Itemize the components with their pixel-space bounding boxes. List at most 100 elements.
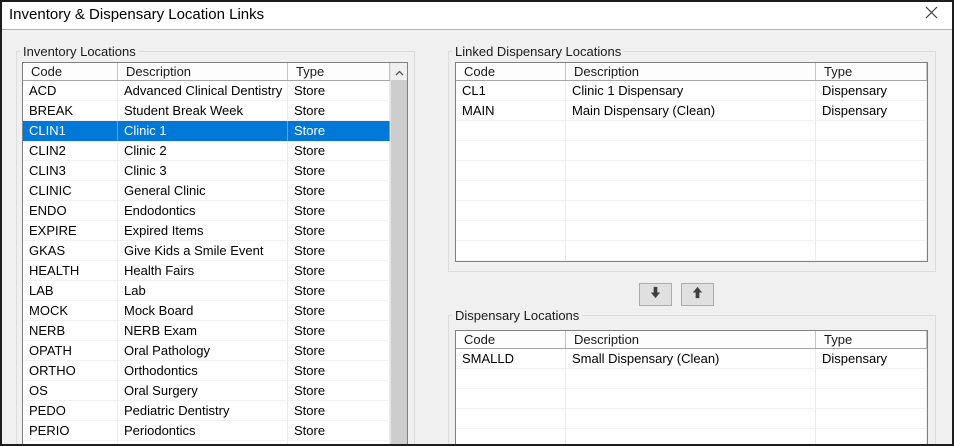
- inventory-table-row[interactable]: ENDO Endodontics Store: [23, 201, 390, 221]
- cell-description: [566, 201, 816, 221]
- column-header-description[interactable]: Description: [566, 63, 816, 80]
- inventory-table-row[interactable]: NERB NERB Exam Store: [23, 321, 390, 341]
- linked-table-row[interactable]: [456, 181, 927, 201]
- linked-table-row[interactable]: [456, 241, 927, 261]
- column-header-code[interactable]: Code: [456, 63, 566, 80]
- inventory-locations-group-label: Inventory Locations: [20, 44, 139, 59]
- inventory-table-row[interactable]: ORTHO Orthodontics Store: [23, 361, 390, 381]
- inventory-locations-table: Code Description Type ACD Advanced Clini…: [22, 62, 408, 446]
- cell-type: Dispensary: [816, 101, 927, 121]
- inventory-table-row[interactable]: MOCK Mock Board Store: [23, 301, 390, 321]
- cell-type: Store: [288, 301, 390, 321]
- cell-description: Periodontics: [118, 421, 288, 441]
- scrollbar-thumb[interactable]: [391, 80, 407, 446]
- inventory-table-row[interactable]: HEALTH Health Fairs Store: [23, 261, 390, 281]
- linked-table-row[interactable]: [456, 121, 927, 141]
- dispensary-table-header: Code Description Type: [456, 331, 927, 349]
- move-down-button[interactable]: [639, 283, 672, 306]
- cell-type: Store: [288, 341, 390, 361]
- cell-type: Store: [288, 381, 390, 401]
- dispensary-table-row[interactable]: [456, 369, 927, 389]
- inventory-table-row[interactable]: OPATH Oral Pathology Store: [23, 341, 390, 361]
- cell-description: Clinic 1 Dispensary: [566, 81, 816, 101]
- cell-code: HEALTH: [23, 261, 118, 281]
- cell-type: [288, 441, 390, 446]
- cell-type: Store: [288, 161, 390, 181]
- dispensary-table-row[interactable]: [456, 429, 927, 445]
- inventory-table-row[interactable]: CLIN2 Clinic 2 Store: [23, 141, 390, 161]
- cell-type: Store: [288, 261, 390, 281]
- cell-type: Store: [288, 101, 390, 121]
- dispensary-table-row[interactable]: [456, 409, 927, 429]
- close-button[interactable]: [910, 2, 952, 28]
- title-bar[interactable]: Inventory & Dispensary Location Links: [0, 0, 954, 30]
- cell-code: LAB: [23, 281, 118, 301]
- inventory-table-row[interactable]: CLIN1 Clinic 1 Store: [23, 121, 390, 141]
- scrollbar-up-button[interactable]: [391, 63, 407, 80]
- cell-description: Lab: [118, 281, 288, 301]
- inventory-table-row[interactable]: PEDO Pediatric Dentistry Store: [23, 401, 390, 421]
- cell-description: Clinic 2: [118, 141, 288, 161]
- cell-type: [816, 221, 927, 241]
- cell-type: [816, 161, 927, 181]
- cell-description: Small Dispensary (Clean): [566, 349, 816, 369]
- inventory-table-row[interactable]: CLIN3 Clinic 3 Store: [23, 161, 390, 181]
- inventory-table-row[interactable]: LAB Lab Store: [23, 281, 390, 301]
- cell-code: CL1: [456, 81, 566, 101]
- linked-table-row[interactable]: [456, 161, 927, 181]
- linked-table-row[interactable]: [456, 141, 927, 161]
- inventory-table-row[interactable]: ACD Advanced Clinical Dentistry Store: [23, 81, 390, 101]
- inventory-table-row[interactable]: BREAK Student Break Week Store: [23, 101, 390, 121]
- cell-description: [566, 369, 816, 389]
- linked-table-row[interactable]: CL1 Clinic 1 Dispensary Dispensary: [456, 81, 927, 101]
- column-header-type[interactable]: Type: [816, 331, 927, 348]
- inventory-table-row[interactable]: PERIO Periodontics Store: [23, 421, 390, 441]
- move-up-button[interactable]: [681, 283, 714, 306]
- dispensary-table-row[interactable]: SMALLD Small Dispensary (Clean) Dispensa…: [456, 349, 927, 369]
- cell-description: [566, 221, 816, 241]
- column-header-description[interactable]: Description: [566, 331, 816, 348]
- cell-description: [566, 141, 816, 161]
- inventory-table-row[interactable]: GKAS Give Kids a Smile Event Store: [23, 241, 390, 261]
- cell-description: Oral Surgery: [118, 381, 288, 401]
- column-header-description[interactable]: Description: [118, 63, 288, 80]
- cell-code: SMALLD: [456, 349, 566, 369]
- inventory-table-row[interactable]: CLINIC General Clinic Store: [23, 181, 390, 201]
- cell-description: NERB Exam: [118, 321, 288, 341]
- cell-code: [456, 409, 566, 429]
- cell-type: [816, 369, 927, 389]
- linked-table-row[interactable]: [456, 201, 927, 221]
- cell-type: [816, 181, 927, 201]
- inventory-table-row[interactable]: EXPIRE Expired Items Store: [23, 221, 390, 241]
- column-header-type[interactable]: Type: [288, 63, 390, 80]
- cell-description: Oral Pathology: [118, 341, 288, 361]
- inventory-table-row[interactable]: [23, 441, 390, 446]
- arrow-up-icon: [690, 286, 705, 304]
- linked-table-row[interactable]: MAIN Main Dispensary (Clean) Dispensary: [456, 101, 927, 121]
- linked-table-row[interactable]: [456, 221, 927, 241]
- dialog-title: Inventory & Dispensary Location Links: [9, 6, 265, 23]
- column-header-code[interactable]: Code: [23, 63, 118, 80]
- dispensary-table-row[interactable]: [456, 389, 927, 409]
- cell-code: MOCK: [23, 301, 118, 321]
- cell-type: Store: [288, 121, 390, 141]
- cell-description: Expired Items: [118, 221, 288, 241]
- cell-type: [816, 241, 927, 261]
- column-header-code[interactable]: Code: [456, 331, 566, 348]
- cell-code: [456, 221, 566, 241]
- column-header-type[interactable]: Type: [816, 63, 927, 80]
- inventory-table-body: Code Description Type ACD Advanced Clini…: [23, 63, 390, 446]
- cell-type: Store: [288, 201, 390, 221]
- inventory-vertical-scrollbar[interactable]: [390, 63, 407, 446]
- cell-code: EXPIRE: [23, 221, 118, 241]
- cell-code: [456, 389, 566, 409]
- cell-code: CLIN3: [23, 161, 118, 181]
- cell-description: Pediatric Dentistry: [118, 401, 288, 421]
- cell-code: [23, 441, 118, 446]
- cell-code: [456, 201, 566, 221]
- cell-description: [118, 441, 288, 446]
- cell-description: [566, 429, 816, 445]
- cell-code: CLIN2: [23, 141, 118, 161]
- cell-code: NERB: [23, 321, 118, 341]
- inventory-table-row[interactable]: OS Oral Surgery Store: [23, 381, 390, 401]
